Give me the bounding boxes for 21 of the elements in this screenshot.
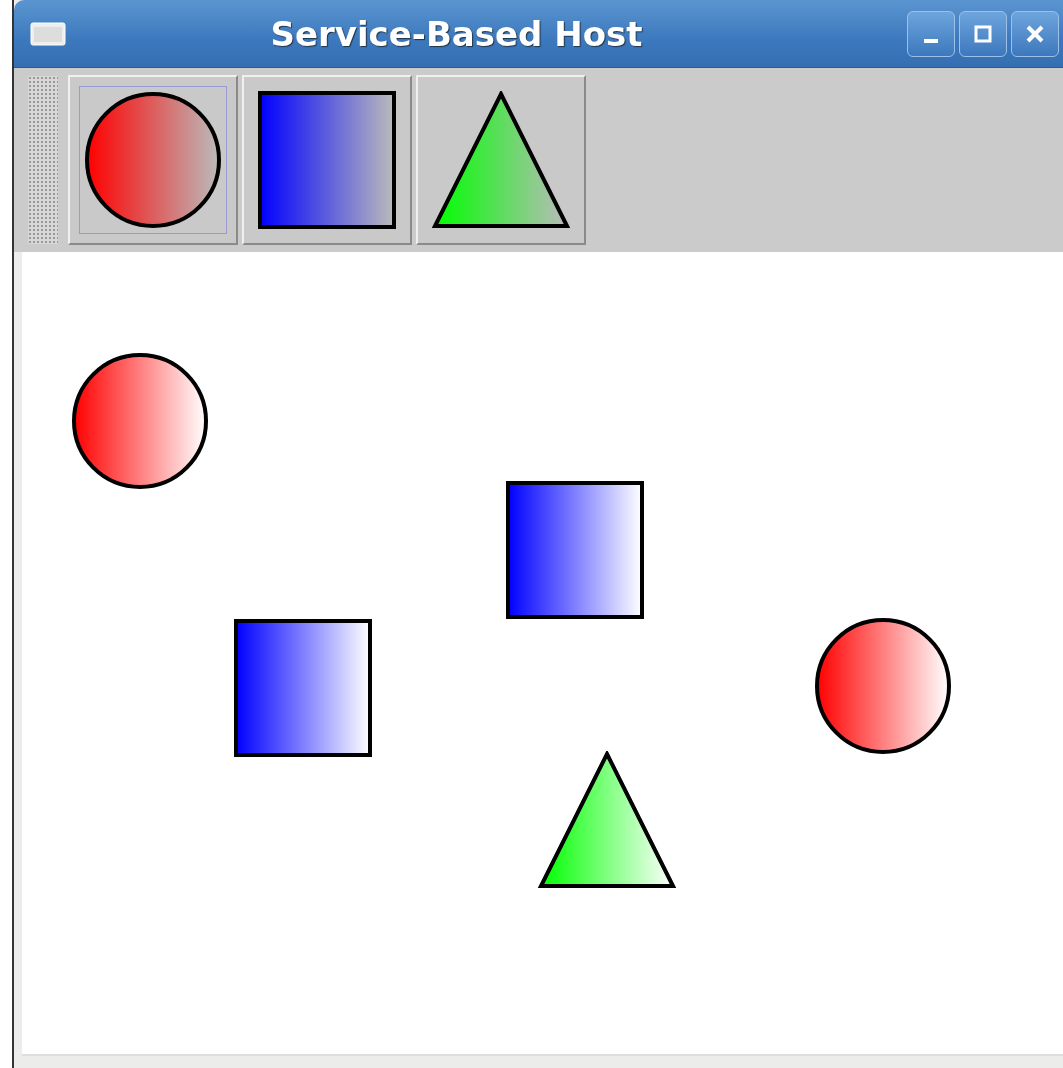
close-icon (1025, 23, 1045, 44)
drawing-canvas[interactable] (22, 252, 1063, 1056)
circle-icon (84, 91, 222, 229)
minimize-button[interactable] (907, 10, 955, 57)
window-icon[interactable] (30, 21, 66, 46)
triangle-icon (432, 91, 570, 229)
minimize-icon (924, 38, 938, 43)
maximize-icon (973, 23, 993, 44)
close-button[interactable] (1011, 10, 1059, 57)
square-shape[interactable] (506, 481, 644, 619)
circle-tool-button[interactable] (68, 75, 238, 245)
window-title: Service-Based Host (269, 13, 644, 54)
circle-shape[interactable] (814, 617, 952, 755)
triangle-tool-button[interactable] (416, 75, 586, 245)
triangle-shape[interactable] (538, 751, 676, 889)
square-icon (258, 91, 396, 229)
maximize-button[interactable] (959, 10, 1007, 57)
square-tool-button[interactable] (242, 75, 412, 245)
square-shape[interactable] (234, 619, 372, 757)
toolbar-grip[interactable] (28, 76, 58, 244)
circle-shape[interactable] (71, 352, 209, 490)
